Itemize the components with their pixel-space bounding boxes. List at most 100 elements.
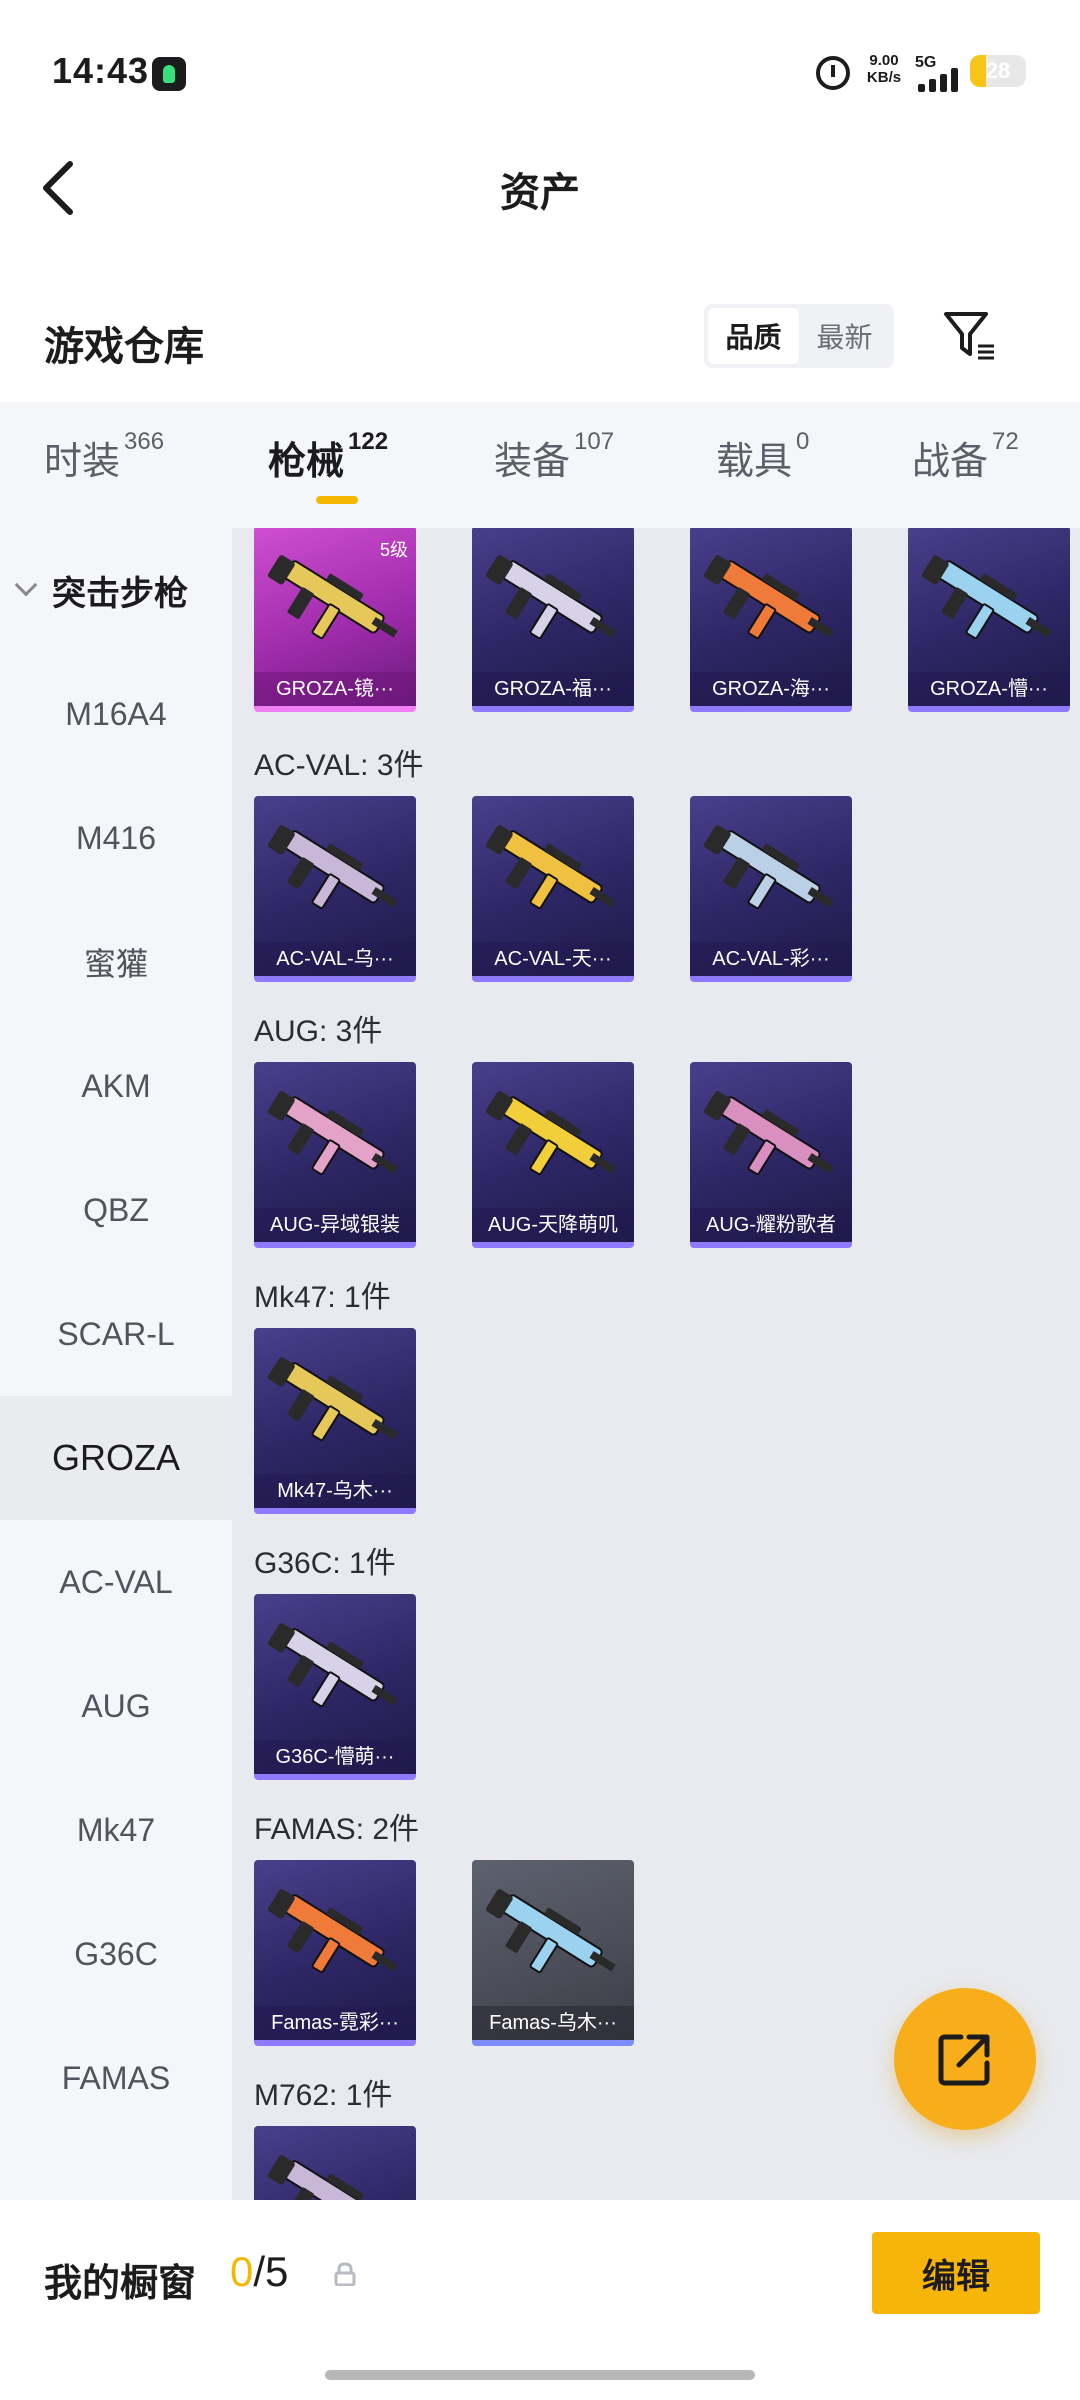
weapon-card[interactable]: GROZA-懵··· bbox=[908, 528, 1070, 712]
showcase-current: 0 bbox=[230, 2248, 254, 2295]
sidebar-item-ac-val[interactable]: AC-VAL bbox=[0, 1520, 232, 1644]
weapon-group-label: AC-VAL: 3件 bbox=[254, 749, 424, 782]
tab-guns[interactable]: 枪械 122 bbox=[268, 428, 389, 485]
sidebar-item-scar-l[interactable]: SCAR-L bbox=[0, 1272, 232, 1396]
sort-toggle: 品质 最新 bbox=[704, 304, 894, 368]
weapon-image bbox=[267, 1623, 398, 1708]
sidebar-group-label: 突击步枪 bbox=[52, 574, 188, 613]
weapon-card[interactable]: AC-VAL-彩··· bbox=[690, 796, 852, 982]
weapon-name: AUG-耀粉歌者 bbox=[690, 1208, 852, 1242]
showcase-total: /5 bbox=[253, 2248, 289, 2295]
tab-equipment[interactable]: 装备 107 bbox=[494, 428, 615, 485]
tab-label: 战备 bbox=[912, 441, 989, 483]
tab-label: 枪械 bbox=[268, 441, 345, 483]
sidebar-group-assault-rifles[interactable]: 突击步枪 bbox=[0, 528, 232, 652]
weapon-image bbox=[703, 555, 834, 640]
weapon-group-label: Mk47: 1件 bbox=[254, 1281, 391, 1314]
weapon-group-label: AUG: 3件 bbox=[254, 1015, 383, 1048]
weapon-image bbox=[267, 1357, 398, 1442]
showcase-count: 0/5 bbox=[230, 2248, 288, 2296]
sidebar-item-m16a4[interactable]: M16A4 bbox=[0, 652, 232, 776]
tab-count: 72 bbox=[992, 428, 1019, 455]
weapon-card[interactable]: Famas-霓彩··· bbox=[254, 1860, 416, 2046]
weapon-level-badge: 5级 bbox=[379, 540, 408, 560]
weapon-image bbox=[703, 1091, 834, 1176]
active-tab-indicator bbox=[316, 496, 358, 504]
weapon-name: AUG-天降萌叽 bbox=[472, 1208, 634, 1242]
weapon-image bbox=[485, 1091, 616, 1176]
network-speed-unit: KB/s bbox=[866, 69, 902, 86]
weapon-name: Famas-霓彩··· bbox=[254, 2006, 416, 2040]
weapon-card[interactable]: GROZA-海··· bbox=[690, 528, 852, 712]
tab-label: 装备 bbox=[494, 441, 571, 483]
weapon-image bbox=[921, 555, 1052, 640]
signal-icon bbox=[918, 62, 964, 92]
weapon-group-label: M762: 1件 bbox=[254, 2079, 393, 2112]
weapon-card[interactable]: Mk47-乌木··· bbox=[254, 1328, 416, 1514]
weapon-type-sidebar: 突击步枪 M16A4 M416 蜜獾 AKM QBZ SCAR-L GROZA AC-VAL A… bbox=[0, 528, 232, 2200]
weapon-card[interactable]: 5级 GROZA-镜··· bbox=[254, 528, 416, 712]
tab-label: 载具 bbox=[716, 441, 793, 483]
weapon-name: AC-VAL-天··· bbox=[472, 942, 634, 976]
app-root: 14:43 9.00 KB/s 5G 28 资产 游戏仓库 品质 最新 时装 36… bbox=[0, 0, 1080, 2400]
weapon-card[interactable]: Famas-乌木··· bbox=[472, 1860, 634, 2046]
weapon-image bbox=[267, 825, 398, 910]
battery-level: 28 bbox=[985, 58, 1011, 83]
lock-icon bbox=[334, 2262, 356, 2286]
weapon-card[interactable]: GROZA-福··· bbox=[472, 528, 634, 712]
weapon-card[interactable]: AUG-异域银装 bbox=[254, 1062, 416, 1248]
weapon-name: AUG-异域银装 bbox=[254, 1208, 416, 1242]
weapon-name: AC-VAL-乌··· bbox=[254, 942, 416, 976]
alarm-icon bbox=[816, 56, 850, 90]
sidebar-item-g36c[interactable]: G36C bbox=[0, 1892, 232, 2016]
sort-option-newest[interactable]: 最新 bbox=[799, 308, 890, 364]
tab-fashion[interactable]: 时装 366 bbox=[44, 428, 164, 485]
edit-button[interactable]: 编辑 bbox=[872, 2232, 1040, 2314]
weapon-name: Famas-乌木··· bbox=[472, 2006, 634, 2040]
category-tabs: 时装 366 枪械 122 装备 107 载具 0 战备 72 bbox=[0, 402, 1080, 528]
weapon-card[interactable] bbox=[254, 2126, 416, 2200]
weapon-image bbox=[267, 1091, 398, 1176]
weapon-image bbox=[703, 825, 834, 910]
home-indicator[interactable] bbox=[325, 2370, 755, 2380]
tab-supplies[interactable]: 战备 72 bbox=[912, 428, 1019, 485]
sidebar-item-aug[interactable]: AUG bbox=[0, 1644, 232, 1768]
weapon-card[interactable]: AC-VAL-乌··· bbox=[254, 796, 416, 982]
sidebar-item-mk47[interactable]: Mk47 bbox=[0, 1768, 232, 1892]
weapon-card[interactable]: AUG-天降萌叽 bbox=[472, 1062, 634, 1248]
weapon-image bbox=[267, 2155, 385, 2200]
weapon-name: GROZA-懵··· bbox=[908, 672, 1070, 706]
battery-indicator: 28 bbox=[970, 55, 1026, 87]
tab-count: 107 bbox=[574, 428, 615, 455]
tab-vehicles[interactable]: 载具 0 bbox=[716, 428, 810, 485]
share-button[interactable] bbox=[894, 1988, 1036, 2130]
filter-icon[interactable] bbox=[942, 310, 998, 362]
weapon-image bbox=[267, 1889, 398, 1974]
weapon-name: Mk47-乌木··· bbox=[254, 1474, 416, 1508]
weapon-card[interactable]: AUG-耀粉歌者 bbox=[690, 1062, 852, 1248]
sidebar-item-蜜獾[interactable]: 蜜獾 bbox=[0, 900, 232, 1024]
warehouse-title: 游戏仓库 bbox=[44, 325, 204, 369]
sidebar-item-groza[interactable]: GROZA bbox=[0, 1396, 232, 1520]
network-speed-value: 9.00 bbox=[869, 52, 899, 69]
sidebar-item-famas[interactable]: FAMAS bbox=[0, 2016, 232, 2140]
tab-count: 122 bbox=[348, 428, 389, 455]
status-bar: 14:43 9.00 KB/s 5G 28 bbox=[0, 0, 1080, 140]
app-notification-icon bbox=[152, 57, 186, 91]
status-time: 14:43 bbox=[52, 50, 150, 91]
weapon-image bbox=[485, 825, 616, 910]
weapon-card[interactable]: AC-VAL-天··· bbox=[472, 796, 634, 982]
weapon-grid: 5级 GROZA-镜··· GROZA-福··· GROZA-海··· GROZA-懵·… bbox=[232, 528, 1080, 2200]
sidebar-item-m416[interactable]: M416 bbox=[0, 776, 232, 900]
page-title: 资产 bbox=[500, 171, 580, 215]
weapon-name: G36C-懵萌··· bbox=[254, 1740, 416, 1774]
weapon-name: GROZA-福··· bbox=[472, 672, 634, 706]
tab-count: 0 bbox=[796, 428, 810, 455]
chevron-down-icon bbox=[14, 573, 38, 597]
weapon-card[interactable]: G36C-懵萌··· bbox=[254, 1594, 416, 1780]
sidebar-item-akm[interactable]: AKM bbox=[0, 1024, 232, 1148]
sort-option-quality[interactable]: 品质 bbox=[708, 308, 799, 364]
weapon-name: GROZA-镜··· bbox=[254, 672, 416, 706]
sidebar-item-qbz[interactable]: QBZ bbox=[0, 1148, 232, 1272]
weapon-image bbox=[485, 555, 616, 640]
